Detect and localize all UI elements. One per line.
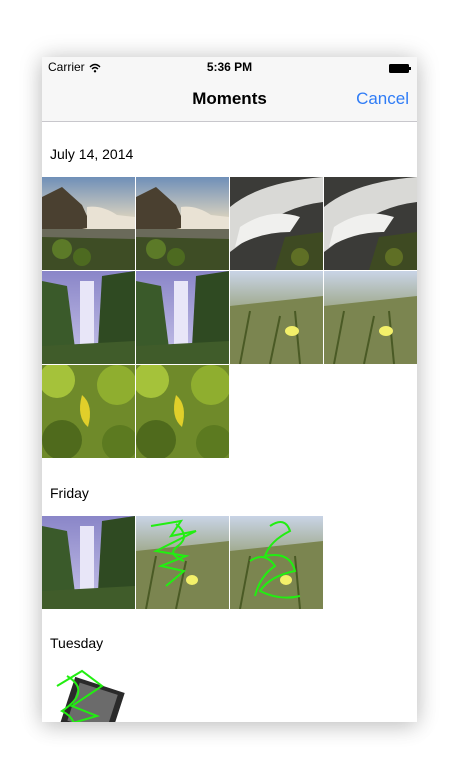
section-header-friday: Friday [50, 485, 89, 501]
photo-thumbnail-waterfall-sunset[interactable] [42, 177, 135, 270]
section-header-tuesday: Tuesday [50, 635, 104, 651]
photo-thumbnail-rapids[interactable] [324, 177, 417, 270]
status-bar: Carrier 5:36 PM [42, 57, 417, 77]
navigation-bar: Moments Cancel [42, 77, 417, 122]
photo-thumbnail-waterfall-purple[interactable] [42, 516, 135, 609]
photo-thumbnail-yellow-leaf[interactable] [42, 365, 135, 458]
status-time: 5:36 PM [206, 60, 253, 74]
photo-thumbnail-yellow-leaf[interactable] [136, 365, 229, 458]
section-header-july-14: July 14, 2014 [50, 146, 134, 162]
phone-screen: Carrier 5:36 PM Moments Cancel July 14, … [42, 57, 417, 722]
photo-thumbnail-waterfall-purple[interactable] [136, 271, 229, 364]
photo-thumbnail-meadow-flower-sketch[interactable] [136, 516, 229, 609]
photo-thumbnail-meadow-flower-sketch[interactable] [230, 516, 323, 609]
cancel-button[interactable]: Cancel [356, 89, 409, 109]
photo-thumbnail-rapids[interactable] [230, 177, 323, 270]
photo-thumbnail-waterfall-sunset[interactable] [136, 177, 229, 270]
photo-thumbnail-waterfall-purple[interactable] [42, 271, 135, 364]
photo-thumbnail-rotated-sketch[interactable] [42, 666, 135, 722]
photo-thumbnail-meadow-flower[interactable] [324, 271, 417, 364]
battery-icon [389, 62, 411, 73]
photo-thumbnail-meadow-flower[interactable] [230, 271, 323, 364]
